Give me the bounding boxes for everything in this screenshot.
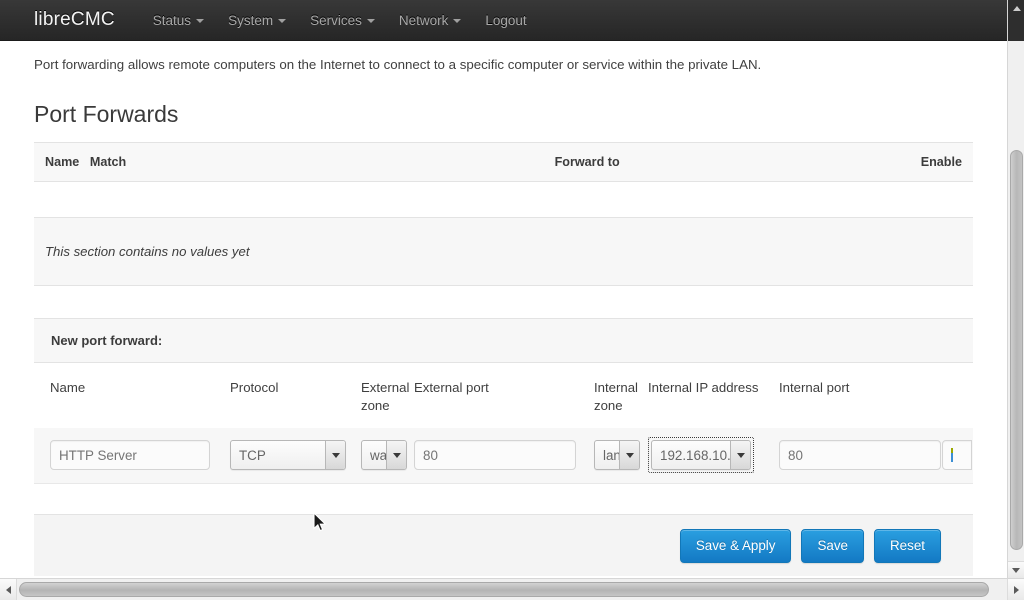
scroll-left-button[interactable] — [0, 579, 17, 600]
external-zone-select[interactable]: wan — [361, 440, 407, 470]
internal-port-field-wrapper — [779, 440, 942, 470]
nav-item-network[interactable]: Network — [399, 13, 462, 28]
brand-logo[interactable]: libreCMC — [34, 9, 115, 31]
nav-label-logout: Logout — [485, 12, 527, 28]
internal-ip-field-wrapper: 192.168.10.184 — [648, 437, 779, 473]
internal-zone-select[interactable]: lan — [594, 440, 640, 470]
triangle-right-icon — [1013, 585, 1019, 594]
scrollbar-top-overlay — [1008, 0, 1024, 41]
page-title: Port Forwards — [34, 101, 179, 127]
form-actions-panel: Save & Apply Save Reset — [34, 514, 973, 576]
new-port-forward-title: New port forward: — [34, 319, 973, 363]
external-zone-field-wrapper: wan — [361, 440, 414, 470]
empty-section-message: This section contains no values yet — [34, 218, 973, 286]
nav-item-status[interactable]: Status — [152, 12, 205, 28]
form-label-name: Name — [50, 380, 86, 395]
vertical-scrollbar[interactable] — [1007, 0, 1024, 600]
form-label-internal-zone: Internal zone — [594, 380, 638, 413]
chevron-down-icon — [453, 19, 462, 23]
nav-label-system: System — [228, 12, 274, 28]
internal-port-input[interactable] — [779, 440, 941, 470]
clipped-input-field[interactable] — [942, 440, 972, 470]
nav-item-services[interactable]: Services — [310, 13, 375, 28]
browser-viewport: libreCMC Status System Services Network … — [0, 0, 1024, 600]
save-apply-button[interactable]: Save & Apply — [679, 528, 792, 563]
external-port-input[interactable] — [414, 440, 576, 470]
form-input-row: TCP wan — [34, 437, 973, 473]
protocol-field-wrapper: TCP — [230, 440, 361, 470]
chevron-down-icon — [619, 441, 639, 469]
table-body — [34, 181, 973, 218]
protocol-select[interactable]: TCP — [230, 440, 346, 470]
chevron-down-icon — [730, 441, 750, 469]
column-header-enable: Enable — [920, 142, 973, 182]
overflow-field-clipped-wrapper — [942, 440, 978, 470]
nav-item-logout[interactable]: Logout — [485, 13, 526, 28]
form-label-protocol: Protocol — [230, 380, 279, 395]
form-label-spacer — [942, 363, 978, 415]
table-header: Name Match Forward to Enable — [34, 142, 973, 182]
nav-label-services: Services — [310, 12, 362, 28]
form-label-internal-ip: Internal IP address — [648, 380, 759, 395]
table-row-spacer — [34, 181, 973, 218]
triangle-left-icon — [5, 585, 11, 594]
internal-ip-focus-ring: 192.168.10.184 — [648, 437, 754, 473]
save-button[interactable]: Save — [801, 528, 865, 563]
horizontal-scrollbar[interactable] — [0, 578, 1024, 600]
name-input[interactable] — [50, 440, 210, 470]
reset-button[interactable]: Reset — [874, 528, 941, 563]
chevron-down-icon — [366, 19, 375, 23]
chevron-down-icon — [325, 441, 345, 469]
chevron-down-icon — [386, 441, 406, 469]
form-column-headers: Name Protocol External zone External por… — [34, 363, 973, 415]
external-port-field-wrapper — [414, 440, 594, 470]
internal-ip-combobox[interactable]: 192.168.10.184 — [651, 440, 751, 470]
form-label-internal-port: Internal port — [779, 380, 850, 395]
main-content: Port forwarding allows remote computers … — [0, 41, 1007, 578]
form-label-external-zone: External zone — [361, 380, 410, 413]
top-navbar: libreCMC Status System Services Network … — [0, 0, 1007, 41]
chevron-down-icon — [196, 19, 205, 23]
page-content: libreCMC Status System Services Network … — [0, 0, 1007, 578]
horizontal-scrollbar-thumb[interactable] — [19, 582, 989, 597]
column-header-forward-to: Forward to — [554, 142, 921, 182]
chevron-down-icon — [278, 19, 287, 23]
nav-label-network: Network — [398, 12, 449, 28]
internal-zone-field-wrapper: lan — [594, 440, 648, 470]
page-description: Port forwarding allows remote computers … — [34, 57, 762, 72]
table-cell-spacer — [34, 181, 973, 218]
port-forwards-table: Name Match Forward to Enable — [34, 142, 973, 218]
vertical-scrollbar-thumb[interactable] — [1010, 150, 1023, 550]
protocol-selected-value: TCP — [239, 447, 266, 463]
nav-item-system[interactable]: System — [228, 12, 287, 28]
nav-label-status: Status — [152, 12, 192, 28]
triangle-down-icon — [1012, 567, 1020, 573]
scroll-right-button[interactable] — [1007, 579, 1024, 600]
new-port-forward-row: TCP wan — [34, 428, 973, 484]
column-header-name: Name — [34, 142, 90, 182]
table-header-row: Name Match Forward to Enable — [34, 142, 973, 182]
scroll-down-button[interactable] — [1008, 561, 1024, 578]
new-port-forward-section: New port forward: Name Protocol External… — [34, 318, 973, 484]
name-field-wrapper — [50, 440, 230, 470]
column-header-match: Match — [89, 142, 555, 182]
triangle-up-icon — [1012, 6, 1021, 11]
form-label-external-port: External port — [414, 380, 489, 395]
